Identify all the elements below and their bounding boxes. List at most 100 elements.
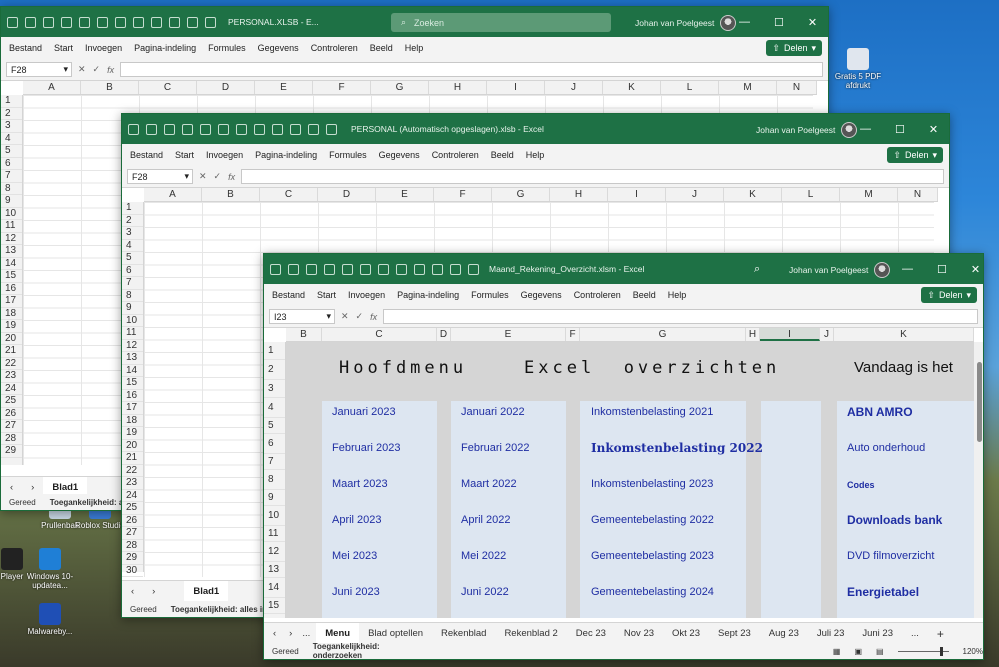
row-header[interactable]: 7 xyxy=(1,170,22,183)
row-header[interactable]: 30 xyxy=(122,565,143,577)
column-header[interactable]: G xyxy=(580,328,746,341)
sheet-tab-blad1[interactable]: Blad1 xyxy=(184,580,229,603)
autosave-icon[interactable] xyxy=(7,16,18,28)
present-icon[interactable] xyxy=(115,16,126,28)
minimize-icon[interactable]: — xyxy=(860,123,871,135)
user-account[interactable]: Johan van Poelgeest xyxy=(756,122,858,138)
row-header[interactable]: 15 xyxy=(1,270,22,283)
menu-link-gemeentebelasting-2022[interactable]: Gemeentebelasting 2022 xyxy=(591,514,714,526)
user-account[interactable]: Johan van Poelgeest xyxy=(789,262,891,278)
tab-formules[interactable]: Formules xyxy=(323,150,373,160)
close-icon[interactable]: ✕ xyxy=(971,263,980,276)
more-tabs-right-icon[interactable]: ... xyxy=(902,628,928,639)
tab-invoegen[interactable]: Invoegen xyxy=(342,290,391,300)
menu-link-gemeentebelasting-2023[interactable]: Gemeentebelasting 2023 xyxy=(591,550,714,562)
column-header[interactable]: F xyxy=(313,81,371,94)
new-icon[interactable] xyxy=(306,263,317,275)
desktop-icon-player[interactable]: Player xyxy=(0,548,42,581)
sheet-tab-rekenblad-2[interactable]: Rekenblad 2 xyxy=(495,628,566,639)
row-header[interactable]: 14 xyxy=(264,578,285,598)
screenshot-icon[interactable] xyxy=(308,123,319,135)
tab-beeld[interactable]: Beeld xyxy=(364,43,399,53)
row-header[interactable]: 3 xyxy=(264,380,285,398)
column-header[interactable]: F xyxy=(434,188,492,201)
row-header[interactable]: 16 xyxy=(122,390,143,402)
cancel-icon[interactable]: ✕ xyxy=(78,64,86,75)
present-icon[interactable] xyxy=(236,123,247,135)
row-header[interactable]: 8 xyxy=(264,470,285,490)
confirm-icon[interactable]: ✓ xyxy=(93,64,101,75)
row-header[interactable]: 16 xyxy=(1,283,22,295)
tab-formules[interactable]: Formules xyxy=(465,290,515,300)
row-header[interactable]: 6 xyxy=(264,434,285,454)
menu-link-inkomstenbelasting-2022[interactable]: Inkomstenbelasting 2022 xyxy=(591,441,763,455)
more-tabs-icon[interactable]: ... xyxy=(296,628,316,639)
column-header[interactable]: I xyxy=(608,188,666,201)
column-header[interactable]: J xyxy=(545,81,603,94)
row-header[interactable]: 20 xyxy=(122,440,143,452)
row-header[interactable]: 7 xyxy=(264,454,285,470)
row-header[interactable]: 22 xyxy=(122,465,143,477)
autosave-icon[interactable] xyxy=(128,123,139,135)
zoom-icon[interactable] xyxy=(414,263,425,275)
column-header[interactable]: N xyxy=(898,188,938,201)
save-icon[interactable] xyxy=(288,263,299,275)
fx-icon[interactable]: fx xyxy=(370,312,377,322)
row-header[interactable]: 24 xyxy=(1,383,22,395)
name-box[interactable]: I23 ▾ xyxy=(269,309,335,324)
redo-icon[interactable] xyxy=(218,123,229,135)
column-header[interactable]: B xyxy=(286,328,322,341)
sheet-tab-okt-23[interactable]: Okt 23 xyxy=(663,628,709,639)
tab-help[interactable]: Help xyxy=(662,290,693,300)
add-sheet-icon[interactable]: + xyxy=(928,627,953,641)
menu-link-maart-2022[interactable]: Maart 2022 xyxy=(461,478,517,490)
cancel-icon[interactable]: ✕ xyxy=(199,171,207,182)
minimize-icon[interactable]: — xyxy=(902,263,913,275)
sheet-tab-juni-23[interactable]: Juni 23 xyxy=(853,628,902,639)
row-header[interactable]: 25 xyxy=(122,502,143,515)
row-header[interactable]: 5 xyxy=(264,418,285,434)
folder-icon[interactable] xyxy=(205,16,216,28)
close-file-icon[interactable] xyxy=(182,123,193,135)
column-header[interactable]: E xyxy=(451,328,566,341)
row-header[interactable]: 12 xyxy=(1,233,22,245)
column-header[interactable]: M xyxy=(840,188,898,201)
tab-gegevens[interactable]: Gegevens xyxy=(515,290,568,300)
column-header[interactable]: C xyxy=(260,188,318,201)
row-header[interactable]: 10 xyxy=(122,315,143,327)
tab-start[interactable]: Start xyxy=(169,150,200,160)
row-header[interactable]: 7 xyxy=(122,277,143,290)
tab-pagina-indeling[interactable]: Pagina-indeling xyxy=(128,43,202,53)
tab-controleren[interactable]: Controleren xyxy=(426,150,485,160)
row-header[interactable]: 20 xyxy=(1,333,22,345)
row-header[interactable]: 6 xyxy=(1,158,22,170)
scroll-right-icon[interactable]: › xyxy=(143,586,164,597)
menu-link-auto-onderhoud[interactable]: Auto onderhoud xyxy=(847,442,925,454)
menu-link-codes[interactable]: Codes xyxy=(847,480,875,490)
menu-link-juni-2023[interactable]: Juni 2023 xyxy=(332,586,380,598)
row-header[interactable]: 3 xyxy=(1,120,22,133)
menu-link-gemeentebelasting-2024[interactable]: Gemeentebelasting 2024 xyxy=(591,586,714,598)
row-header[interactable]: 26 xyxy=(1,408,22,420)
row-header[interactable]: 19 xyxy=(1,320,22,333)
menu-link-dvd-filmoverzicht[interactable]: DVD filmoverzicht xyxy=(847,550,934,562)
user-account[interactable]: Johan van Poelgeest xyxy=(635,15,737,31)
scroll-left-icon[interactable]: ‹ xyxy=(264,628,285,639)
fx-icon[interactable]: fx xyxy=(228,172,235,182)
row-header[interactable]: 15 xyxy=(122,377,143,390)
menu-link-inkomstenbelasting-2021[interactable]: Inkomstenbelasting 2021 xyxy=(591,406,713,418)
sheet-tab-sept-23[interactable]: Sept 23 xyxy=(709,628,760,639)
calc-icon[interactable] xyxy=(169,16,180,28)
row-header[interactable]: 11 xyxy=(264,526,285,542)
row-header[interactable]: 14 xyxy=(122,365,143,377)
row-header[interactable]: 11 xyxy=(122,327,143,340)
tab-start[interactable]: Start xyxy=(311,290,342,300)
row-header[interactable]: 21 xyxy=(1,345,22,358)
row-header[interactable]: 22 xyxy=(1,358,22,370)
sheet-tab-juli-23[interactable]: Juli 23 xyxy=(808,628,853,639)
maximize-icon[interactable]: ☐ xyxy=(774,16,784,29)
sheet-tab-rekenblad[interactable]: Rekenblad xyxy=(432,628,495,639)
new-icon[interactable] xyxy=(164,123,175,135)
column-header[interactable]: G xyxy=(492,188,550,201)
row-header[interactable]: 2 xyxy=(1,108,22,120)
